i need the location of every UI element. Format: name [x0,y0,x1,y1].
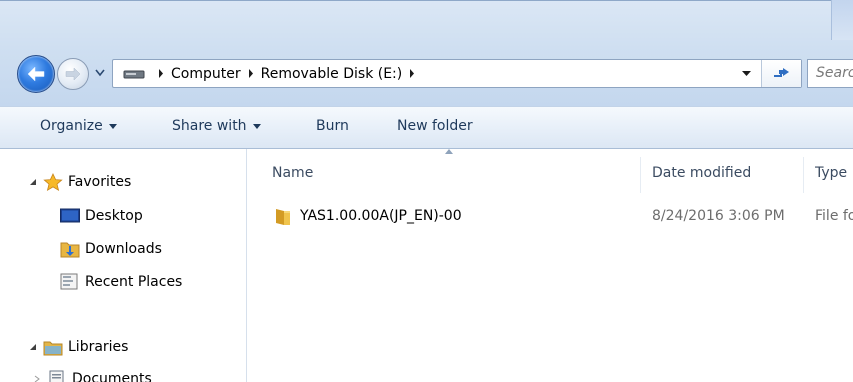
nav-label: Documents [72,371,152,382]
column-divider[interactable] [803,157,804,193]
desktop-icon [60,207,80,225]
back-arrow-icon [27,66,45,82]
organize-label: Organize [40,118,103,134]
column-divider[interactable] [640,157,641,193]
new-folder-label: New folder [397,118,473,134]
chevron-down-icon [108,123,117,129]
recent-pages-dropdown[interactable] [93,65,107,81]
window-edge [831,0,853,40]
nav-documents[interactable]: Documents [31,370,152,382]
table-row[interactable]: YAS1.00.00A(JP_EN)-00 8/24/2016 3:06 PM … [248,204,853,230]
organize-menu[interactable]: Organize [40,118,117,134]
refresh-icon [773,67,789,77]
expand-arrow-icon[interactable] [27,176,39,188]
expand-arrow-icon[interactable] [31,373,43,382]
new-folder-button[interactable]: New folder [397,118,473,134]
address-history-dropdown[interactable] [739,66,753,82]
file-date-cell: 8/24/2016 3:06 PM [652,208,785,224]
chevron-down-icon [741,71,751,76]
command-bar: Organize Share with Burn New folder [0,106,853,149]
address-bar[interactable]: Computer Removable Disk (E:) [112,59,802,88]
removable-drive-icon [123,68,145,80]
back-button[interactable] [17,55,55,93]
file-type-cell: File folder [815,208,853,224]
expand-arrow-icon[interactable] [27,341,39,353]
chevron-down-icon [252,123,261,129]
nav-favorites[interactable]: Favorites [27,173,132,192]
breadcrumb-arrow-icon[interactable] [155,69,167,78]
nav-label: Desktop [85,208,143,224]
burn-button[interactable]: Burn [316,118,349,134]
breadcrumb-arrow-icon[interactable] [406,69,418,78]
forward-button[interactable] [57,58,89,90]
share-with-label: Share with [172,118,247,134]
nav-label: Downloads [85,241,162,257]
documents-icon [47,370,65,382]
recent-places-icon [60,273,78,291]
breadcrumb-arrow-icon[interactable] [245,69,257,78]
burn-label: Burn [316,118,349,134]
downloads-folder-icon [60,240,80,258]
forward-arrow-icon [65,67,81,81]
breadcrumb-computer[interactable]: Computer [171,66,241,82]
libraries-icon [43,338,63,356]
refresh-button[interactable] [761,60,801,87]
sort-ascending-icon [445,149,453,154]
chevron-down-icon [95,69,105,77]
nav-recent-places[interactable]: Recent Places [60,273,182,291]
column-header-date-modified[interactable]: Date modified [652,165,751,181]
share-with-menu[interactable]: Share with [172,118,261,134]
breadcrumb-removable-disk[interactable]: Removable Disk (E:) [261,66,403,82]
frame-top-border [0,0,853,1]
nav-downloads[interactable]: Downloads [60,240,162,258]
nav-label: Favorites [68,174,132,190]
column-header-type[interactable]: Type [815,165,853,181]
file-list: Name Date modified Type YAS1.00.00A(JP_E… [248,149,853,382]
column-header-name[interactable]: Name [272,165,313,181]
file-name-cell[interactable]: YAS1.00.00A(JP_EN)-00 [274,208,462,225]
nav-desktop[interactable]: Desktop [60,207,143,225]
window-frame: Computer Removable Disk (E:) Search [0,0,853,106]
file-name: YAS1.00.00A(JP_EN)-00 [300,208,462,224]
search-input[interactable]: Search [807,59,853,88]
star-icon [43,173,63,192]
folder-icon [274,208,292,225]
nav-libraries[interactable]: Libraries [27,338,128,356]
navigation-pane: Favorites Desktop Downloads Recent Place… [0,149,247,382]
nav-label: Recent Places [85,274,183,290]
nav-label: Libraries [68,339,129,355]
